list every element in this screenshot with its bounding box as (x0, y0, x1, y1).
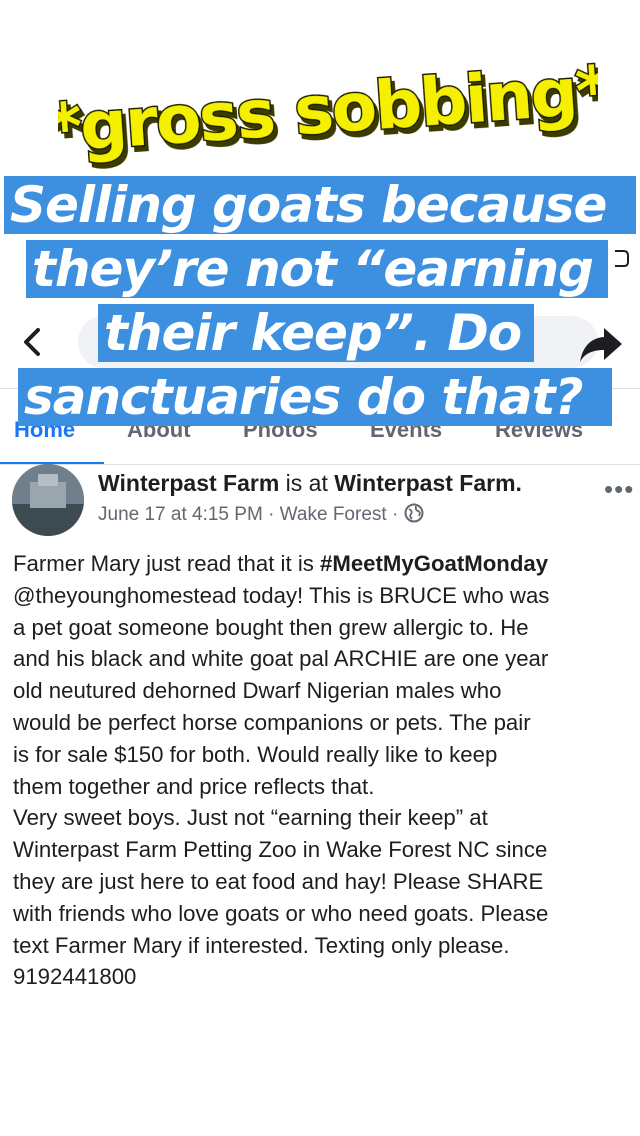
post-text-line: Winterpast Farm Petting Zoo in Wake Fore… (13, 837, 548, 863)
tab-divider (0, 464, 640, 465)
hashtag-link[interactable]: #MeetMyGoatMonday (320, 551, 548, 576)
post-text-line: Farmer Mary just read that it is #MeetMy… (13, 551, 549, 576)
post-text-line: old neutured dehorned Dwarf Nigerian mal… (13, 678, 502, 704)
back-arrow-icon[interactable] (18, 320, 48, 364)
share-icon[interactable] (578, 322, 624, 366)
globe-icon (404, 503, 424, 523)
post-header: Winterpast Farm is at Winterpast Farm. (98, 470, 522, 497)
caption-line: they’re not “earning (26, 240, 608, 298)
caption-line: sanctuaries do that? (18, 368, 612, 426)
caption-line: Selling goats because (4, 176, 636, 234)
author-name[interactable]: Winterpast Farm (98, 470, 279, 496)
caption-line: their keep”. Do (98, 304, 534, 362)
avatar[interactable] (12, 464, 84, 536)
post-text: Farmer Mary just read that it is #MeetMy… (13, 548, 637, 993)
post-text-line: with friends who love goats or who need … (13, 900, 549, 926)
post-text-line: them together and price reflects that. (13, 773, 375, 799)
post-place[interactable]: Wake Forest (280, 504, 387, 525)
post-text-line: is for sale $150 for both. Would really … (13, 741, 498, 767)
post-text-line: they are just here to eat food and hay! … (13, 868, 544, 894)
is-at-text: is at (285, 470, 328, 496)
post-text-line: text Farmer Mary if interested. Texting … (13, 932, 510, 958)
post-timestamp[interactable]: June 17 at 4:15 PM (98, 504, 263, 525)
checkin-location[interactable]: Winterpast Farm. (334, 470, 522, 496)
meta-separator: · (268, 504, 275, 525)
post-meta: June 17 at 4:15 PM · Wake Forest · (98, 503, 424, 526)
meta-separator: · (391, 504, 399, 525)
cutoff-area (0, 1005, 640, 1136)
post-text-line: and his black and white goat pal ARCHIE … (13, 646, 549, 672)
post-text-line: Very sweet boys. Just not “earning their… (13, 805, 488, 831)
post-text-line: @theyounghomestead today! This is BRUCE … (13, 582, 550, 608)
gross-sobbing-sticker: *gross sobbing* (58, 50, 598, 169)
post-text-line: 9192441800 (13, 964, 137, 990)
more-options-icon[interactable]: ••• (604, 474, 634, 505)
sticker-text: *gross sobbing* (58, 51, 598, 167)
post-text-line: a pet goat someone bought then grew alle… (13, 614, 529, 640)
post-text-line: would be perfect horse companions or pet… (13, 709, 531, 735)
cropped-icon (615, 250, 629, 267)
